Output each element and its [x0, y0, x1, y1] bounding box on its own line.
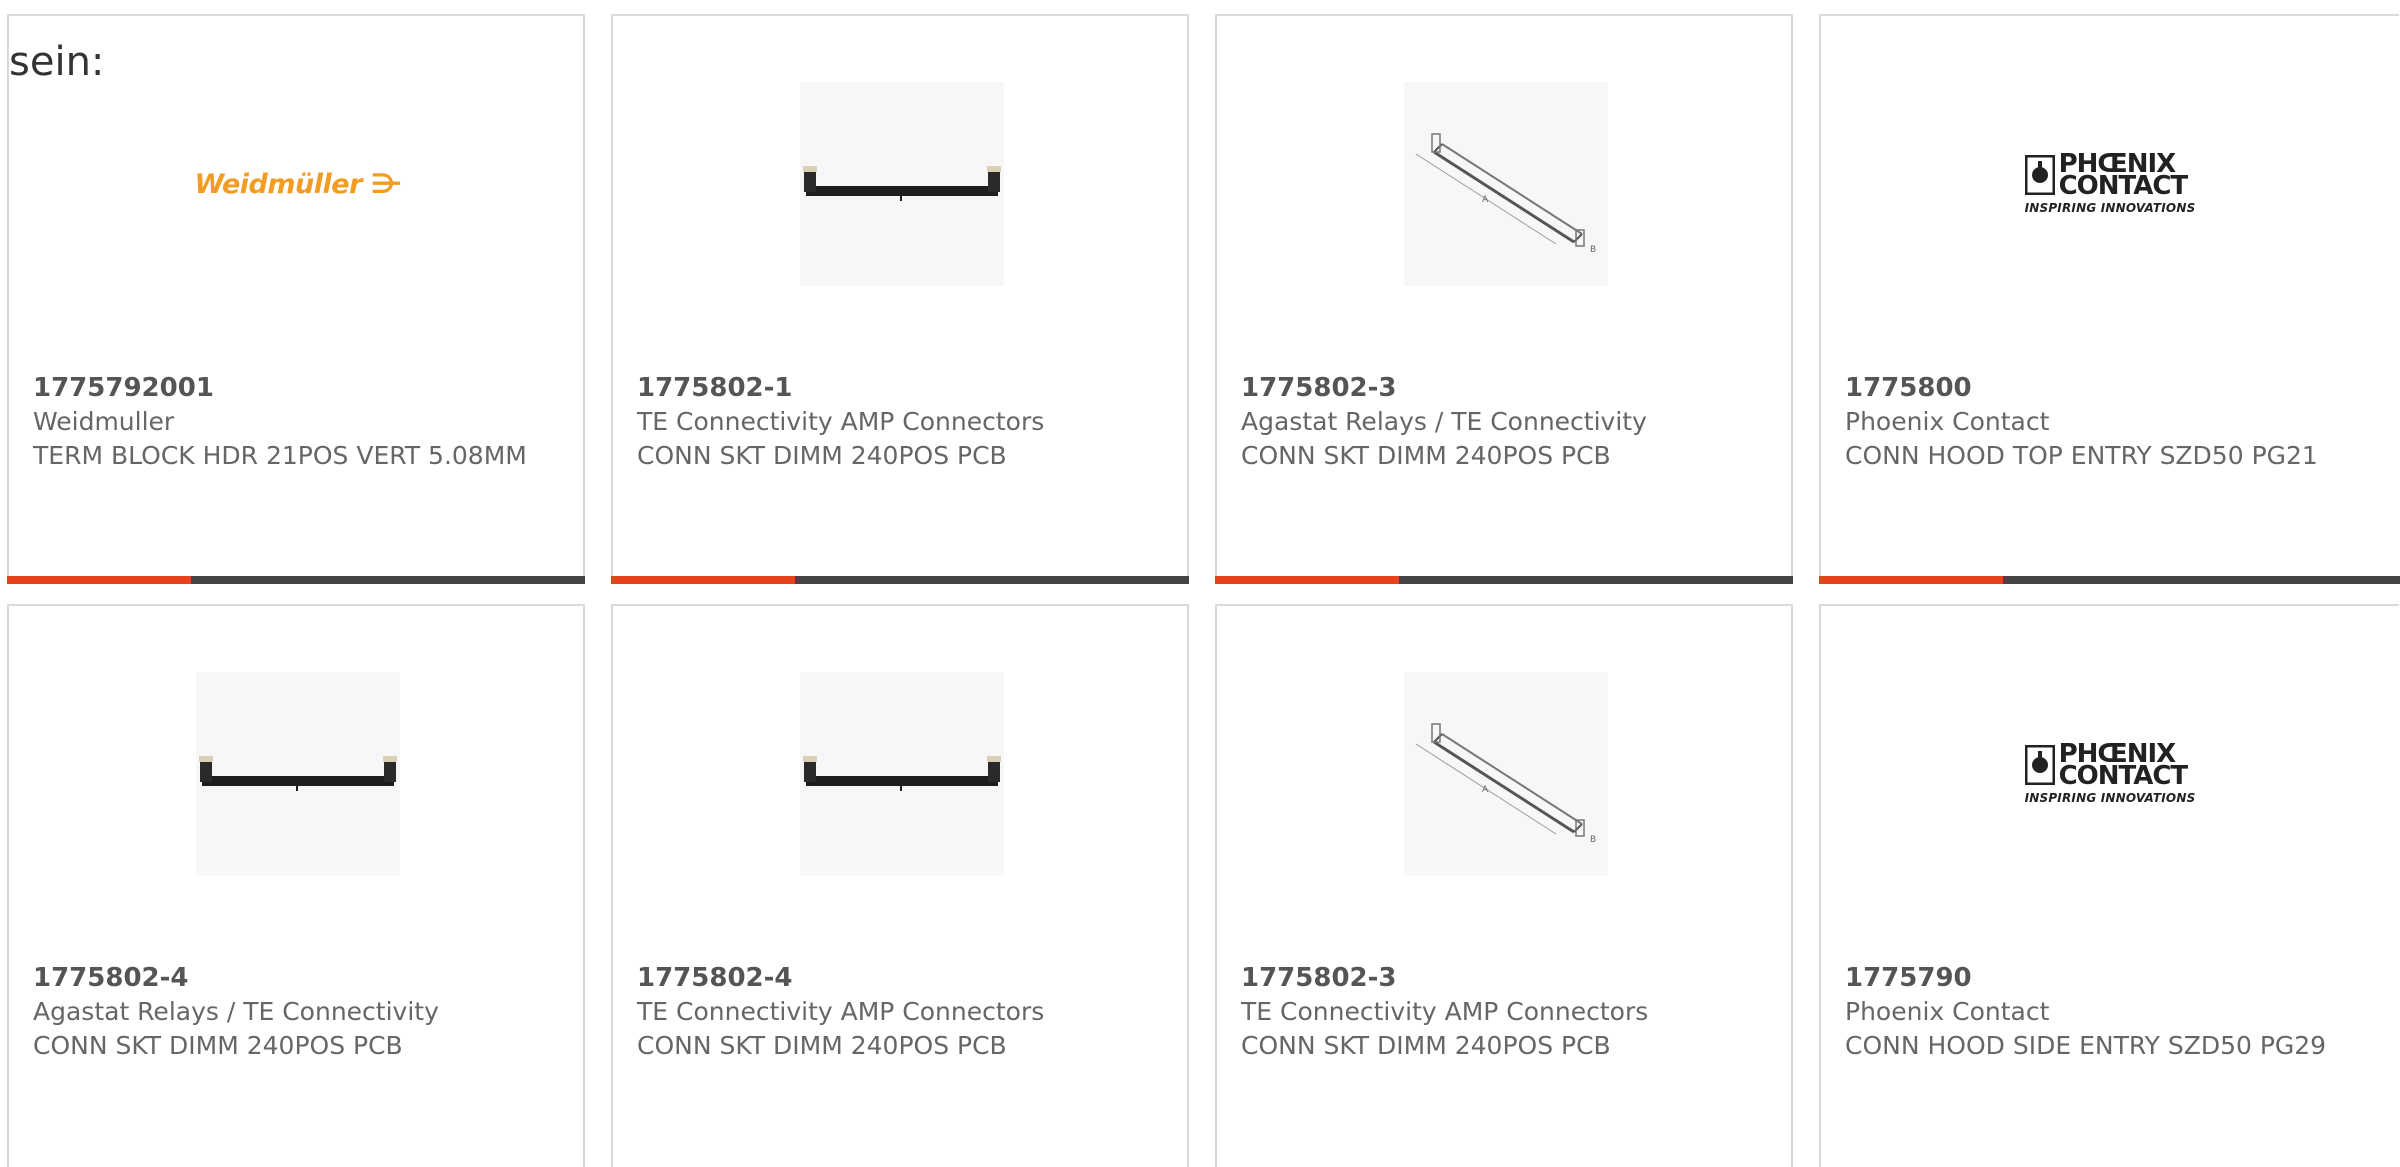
description: CONN SKT DIMM 240POS PCB: [637, 1031, 1007, 1060]
part-number[interactable]: 1775802-3: [1241, 961, 1751, 995]
product-card[interactable]: 1775802-4 TE Connectivity AMP Connectors…: [611, 604, 1189, 1167]
dimm-socket-drawing-icon: A B: [1415, 723, 1596, 845]
phoenix-logo-tagline: INSPIRING INNOVATIONS: [2024, 791, 2196, 805]
product-card[interactable]: PHŒNIX CONTACT INSPIRING INNOVATIONS 177…: [1819, 14, 2400, 584]
phoenix-logo-line2: CONTACT: [2058, 761, 2189, 791]
product-image-dimm-socket-drawing[interactable]: A B: [1404, 672, 1608, 876]
product-image-phoenix-contact-logo[interactable]: PHŒNIX CONTACT INSPIRING INNOVATIONS: [2008, 82, 2212, 286]
part-number[interactable]: 1775802-3: [1241, 371, 1751, 405]
product-image-dimm-socket-photo[interactable]: [196, 672, 400, 876]
weidmuller-symbol-icon: ⋺: [370, 168, 402, 200]
weidmuller-logo-icon: Weidmüller ⋺: [194, 168, 402, 200]
product-info: 1775802-4 Agastat Relays / TE Connectivi…: [33, 961, 543, 1063]
phoenix-contact-logo-icon: PHŒNIX CONTACT INSPIRING INNOVATIONS: [2024, 741, 2196, 805]
dimm-socket-photo-icon: [199, 756, 397, 791]
phoenix-symbol-icon: [2024, 155, 2055, 195]
part-number[interactable]: 1775792001: [33, 371, 543, 405]
description: CONN SKT DIMM 240POS PCB: [1241, 441, 1611, 470]
product-image-dimm-socket-drawing[interactable]: A B: [1404, 82, 1608, 286]
product-card[interactable]: PHŒNIX CONTACT INSPIRING INNOVATIONS 177…: [1819, 604, 2399, 1167]
description: CONN SKT DIMM 240POS PCB: [637, 441, 1007, 470]
product-card[interactable]: 1775802-1 TE Connectivity AMP Connectors…: [611, 14, 1189, 584]
product-card[interactable]: A B 1775802-3 Agastat Relays / TE Connec…: [1215, 14, 1793, 584]
part-number[interactable]: 1775802-4: [637, 961, 1147, 995]
product-image-phoenix-contact-logo[interactable]: PHŒNIX CONTACT INSPIRING INNOVATIONS: [2008, 672, 2212, 876]
product-info: 1775790 Phoenix Contact CONN HOOD SIDE E…: [1845, 961, 2359, 1063]
card-accent-bar: [1819, 576, 2400, 584]
phoenix-contact-logo-icon: PHŒNIX CONTACT INSPIRING INNOVATIONS: [2024, 151, 2196, 215]
product-info: 1775800 Phoenix Contact CONN HOOD TOP EN…: [1845, 371, 2359, 473]
product-image-weidmuller-logo[interactable]: Weidmüller ⋺: [194, 82, 402, 286]
manufacturer: Phoenix Contact: [1845, 997, 2050, 1026]
description: CONN HOOD TOP ENTRY SZD50 PG21: [1845, 441, 2318, 470]
intro-text: sein:: [9, 39, 105, 85]
part-number[interactable]: 1775800: [1845, 371, 2359, 405]
weidmuller-logo-text: Weidmüller: [194, 168, 362, 200]
product-info: 1775802-4 TE Connectivity AMP Connectors…: [637, 961, 1147, 1063]
svg-text:A: A: [1482, 785, 1489, 795]
card-accent-bar: [7, 576, 585, 584]
dimm-socket-photo-icon: [803, 756, 1001, 791]
product-info: 1775792001 Weidmuller TERM BLOCK HDR 21P…: [33, 371, 543, 473]
description: CONN SKT DIMM 240POS PCB: [33, 1031, 403, 1060]
phoenix-symbol-icon: [2024, 745, 2055, 785]
manufacturer: Phoenix Contact: [1845, 407, 2050, 436]
phoenix-logo-tagline: INSPIRING INNOVATIONS: [2024, 201, 2196, 215]
product-card[interactable]: A B 1775802-3 TE Connectivity AMP Connec…: [1215, 604, 1793, 1167]
part-number[interactable]: 1775790: [1845, 961, 2359, 995]
svg-text:A: A: [1482, 195, 1489, 205]
product-image-dimm-socket-photo[interactable]: [800, 82, 1004, 286]
product-info: 1775802-3 TE Connectivity AMP Connectors…: [1241, 961, 1751, 1063]
product-info: 1775802-1 TE Connectivity AMP Connectors…: [637, 371, 1147, 473]
manufacturer: TE Connectivity AMP Connectors: [637, 997, 1045, 1026]
manufacturer: Agastat Relays / TE Connectivity: [1241, 407, 1647, 436]
dimm-socket-drawing-icon: A B: [1415, 133, 1596, 255]
product-info: 1775802-3 Agastat Relays / TE Connectivi…: [1241, 371, 1751, 473]
card-accent-bar: [1215, 576, 1793, 584]
description: CONN HOOD SIDE ENTRY SZD50 PG29: [1845, 1031, 2327, 1060]
description: TERM BLOCK HDR 21POS VERT 5.08MM: [33, 441, 527, 470]
manufacturer: TE Connectivity AMP Connectors: [1241, 997, 1649, 1026]
part-number[interactable]: 1775802-4: [33, 961, 543, 995]
product-card[interactable]: Weidmüller ⋺ 1775792001 Weidmuller TERM …: [7, 14, 585, 584]
part-number[interactable]: 1775802-1: [637, 371, 1147, 405]
phoenix-logo-line2: CONTACT: [2058, 171, 2189, 201]
manufacturer: TE Connectivity AMP Connectors: [637, 407, 1045, 436]
product-image-dimm-socket-photo[interactable]: [800, 672, 1004, 876]
description: CONN SKT DIMM 240POS PCB: [1241, 1031, 1611, 1060]
dimm-socket-photo-icon: [803, 166, 1001, 201]
svg-text:B: B: [1590, 835, 1596, 845]
card-accent-bar: [611, 576, 1189, 584]
manufacturer: Agastat Relays / TE Connectivity: [33, 997, 439, 1026]
product-card[interactable]: 1775802-4 Agastat Relays / TE Connectivi…: [7, 604, 585, 1167]
svg-text:B: B: [1590, 245, 1596, 255]
manufacturer: Weidmuller: [33, 407, 175, 436]
